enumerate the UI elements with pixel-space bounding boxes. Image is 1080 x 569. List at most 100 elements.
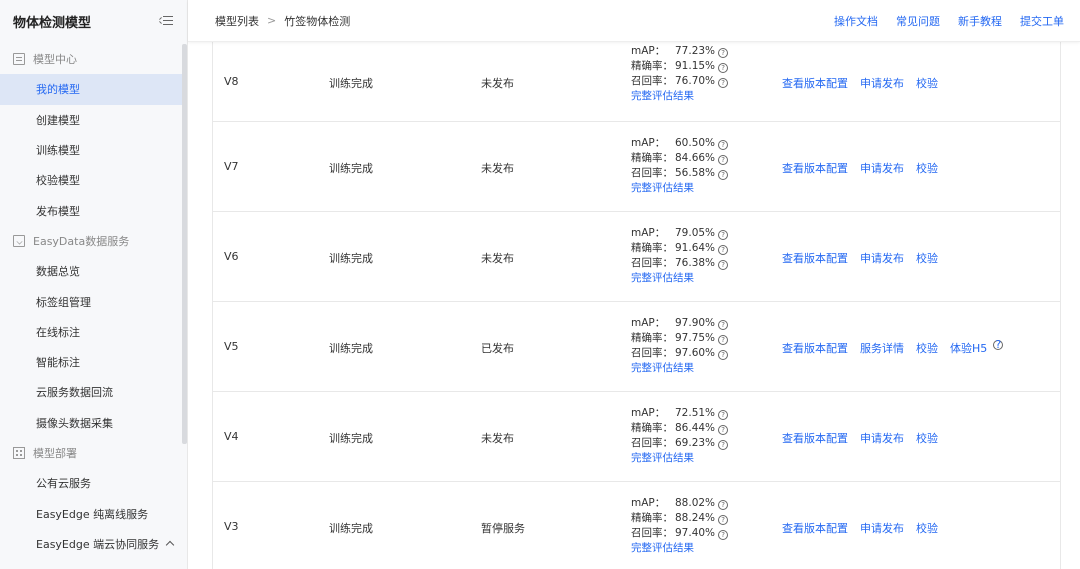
collapse-menu-icon[interactable]	[159, 15, 173, 27]
sidebar-item-1-2[interactable]: 在线标注	[0, 317, 183, 347]
precision-metric-value: 84.66%	[675, 152, 716, 164]
help-icon[interactable]: ?	[718, 48, 729, 58]
full-evaluation-link[interactable]: 完整评估结果	[631, 89, 728, 104]
sidebar-item-1-0[interactable]: 数据总览	[0, 256, 183, 286]
help-icon[interactable]: ?	[718, 245, 729, 255]
map-metric: mAP： 60.50%?	[631, 136, 729, 151]
tutorial-link[interactable]: 新手教程	[958, 13, 1002, 29]
help-icon[interactable]: ?	[718, 335, 729, 345]
recall-metric: 召回率： 97.60%?	[631, 346, 729, 361]
full-evaluation-link[interactable]: 完整评估结果	[631, 361, 728, 376]
sidebar-item-1-1[interactable]: 标签组管理	[0, 286, 183, 316]
breadcrumb-current: 竹签物体检测	[284, 14, 351, 28]
sidebar-item-label: EasyEdge 端云协同服务	[36, 537, 160, 551]
sidebar-group-1[interactable]: EasyData数据服务	[0, 226, 183, 256]
help-icon[interactable]: ?	[718, 320, 729, 330]
precision-metric-label: 精确率：	[631, 60, 673, 72]
op-link-1[interactable]: 申请发布	[860, 160, 904, 176]
map-metric-value: 72.51%	[675, 407, 716, 419]
full-evaluation-link[interactable]: 完整评估结果	[631, 271, 728, 286]
op-link-0[interactable]: 查看版本配置	[782, 430, 848, 446]
sidebar-group-2[interactable]: 模型部署	[0, 438, 183, 468]
sidebar-item-2-1[interactable]: EasyEdge 纯离线服务	[0, 498, 183, 528]
table-row: V5 训练完成 已发布 mAP： 97.90%? 精确率： 97.75%? 召回率： 97.60…	[212, 302, 1061, 392]
full-evaluation-link[interactable]: 完整评估结果	[631, 451, 728, 466]
precision-metric: 精确率： 91.64%?	[631, 241, 729, 256]
op-link-2[interactable]: 校验	[916, 75, 938, 91]
precision-metric: 精确率： 97.75%?	[631, 331, 729, 346]
faq-link[interactable]: 常见问题	[896, 13, 940, 29]
help-icon[interactable]: ?	[993, 339, 1004, 350]
sidebar-item-1-3[interactable]: 智能标注	[0, 347, 183, 377]
op-link-1[interactable]: 服务详情	[860, 340, 904, 356]
recall-metric-value: 97.60%	[675, 347, 716, 359]
sidebar-item-0-1[interactable]: 创建模型	[0, 105, 183, 135]
help-icon[interactable]: ?	[718, 170, 729, 180]
breadcrumb-root[interactable]: 模型列表	[215, 13, 259, 29]
precision-metric-value: 91.64%	[675, 242, 716, 254]
recall-metric-value: 97.40%	[675, 527, 716, 539]
help-icon[interactable]: ?	[718, 78, 729, 88]
help-icon[interactable]: ?	[718, 500, 729, 510]
help-icon[interactable]: ?	[718, 350, 729, 360]
recall-metric-label: 召回率：	[631, 75, 673, 87]
op-link-2[interactable]: 校验	[916, 250, 938, 266]
precision-metric-label: 精确率：	[631, 512, 673, 524]
op-link-2[interactable]: 校验	[916, 520, 938, 536]
sidebar-item-0-3[interactable]: 校验模型	[0, 165, 183, 195]
sidebar-group-0[interactable]: 模型中心	[0, 44, 183, 74]
sidebar-item-2-0[interactable]: 公有云服务	[0, 468, 183, 498]
sidebar-item-0-2[interactable]: 训练模型	[0, 135, 183, 165]
sidebar-scrollbar[interactable]	[182, 44, 187, 444]
op-link-1[interactable]: 申请发布	[860, 250, 904, 266]
map-metric: mAP： 72.51%?	[631, 406, 729, 421]
help-icon[interactable]: ?	[718, 530, 729, 540]
map-metric: mAP： 77.23%?	[631, 44, 729, 59]
help-icon[interactable]: ?	[718, 440, 729, 450]
help-icon[interactable]: ?	[718, 230, 729, 240]
help-icon[interactable]: ?	[718, 425, 729, 435]
main-content: V8 训练完成 未发布 mAP： 77.23%? 精确率： 91.15%? 召回率： 76.70…	[188, 42, 1080, 569]
sidebar-item-0-0[interactable]: 我的模型	[0, 74, 183, 105]
op-link-2[interactable]: 校验	[916, 430, 938, 446]
sidebar-item-1-5[interactable]: 摄像头数据采集	[0, 408, 183, 438]
op-link-0[interactable]: 查看版本配置	[782, 340, 848, 356]
op-link-2[interactable]: 校验	[916, 340, 938, 356]
full-evaluation-link[interactable]: 完整评估结果	[631, 181, 728, 196]
sidebar-item-0-4[interactable]: 发布模型	[0, 195, 183, 225]
op-link-1[interactable]: 申请发布	[860, 520, 904, 536]
map-metric-value: 97.90%	[675, 317, 716, 329]
precision-metric: 精确率： 84.66%?	[631, 151, 729, 166]
help-icon[interactable]: ?	[718, 63, 729, 73]
help-icon[interactable]: ?	[718, 260, 729, 270]
op-link-0[interactable]: 查看版本配置	[782, 520, 848, 536]
sidebar-item-1-4[interactable]: 云服务数据回流	[0, 377, 183, 407]
publish-status-cell: 暂停服务	[481, 522, 525, 535]
op-link-0[interactable]: 查看版本配置	[782, 75, 848, 91]
precision-metric: 精确率： 91.15%?	[631, 59, 729, 74]
op-link-1[interactable]: 申请发布	[860, 430, 904, 446]
table-row: V6 训练完成 未发布 mAP： 79.05%? 精确率： 91.64%? 召回率： 76.38…	[212, 212, 1061, 302]
full-evaluation-link[interactable]: 完整评估结果	[631, 541, 728, 556]
chevron-up-icon	[165, 541, 175, 550]
op-link-0[interactable]: 查看版本配置	[782, 250, 848, 266]
op-link-1[interactable]: 申请发布	[860, 75, 904, 91]
op-link-2[interactable]: 校验	[916, 160, 938, 176]
help-icon[interactable]: ?	[718, 515, 729, 525]
train-status-cell: 训练完成	[329, 162, 373, 175]
sidebar: 物体检测模型 模型中心 我的模型创建模型训练模型 校验模型 发布模型 EasyData数…	[0, 0, 188, 569]
operations-cell: 查看版本配置 申请发布 校验	[782, 520, 938, 536]
submit-ticket-link[interactable]: 提交工单	[1020, 13, 1064, 29]
sidebar-header: 物体检测模型	[0, 0, 187, 42]
help-icon[interactable]: ?	[718, 410, 729, 420]
metrics-cell: mAP： 97.90%? 精确率： 97.75%? 召回率： 97.60%? 完整评估结果	[631, 316, 729, 376]
metrics-cell: mAP： 72.51%? 精确率： 86.44%? 召回率： 69.23%? 完整评估结果	[631, 406, 729, 466]
sidebar-item-2-2[interactable]: EasyEdge 端云协同服务	[0, 529, 183, 559]
help-icon[interactable]: ?	[718, 140, 729, 150]
help-icon[interactable]: ?	[718, 155, 729, 165]
op-link-3[interactable]: 体验H5	[950, 340, 987, 356]
op-link-0[interactable]: 查看版本配置	[782, 160, 848, 176]
metrics-cell: mAP： 60.50%? 精确率： 84.66%? 召回率： 56.58%? 完整评估结果	[631, 136, 729, 196]
sidebar-item-label: 创建模型	[36, 113, 80, 127]
docs-link[interactable]: 操作文档	[834, 13, 878, 29]
